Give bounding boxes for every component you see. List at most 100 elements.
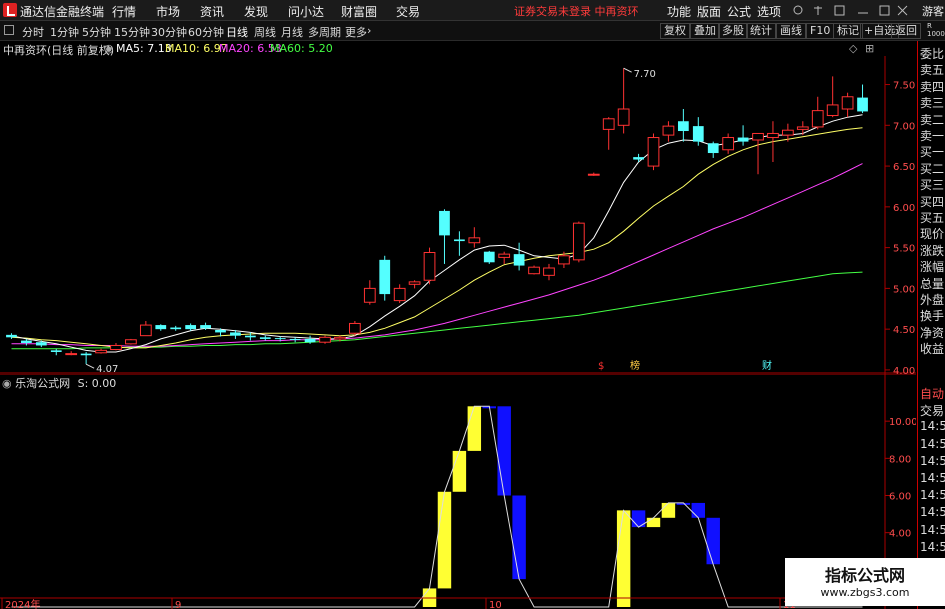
candle	[677, 109, 689, 142]
side-item[interactable]: 外盘	[920, 291, 945, 308]
side-item[interactable]: 卖一	[920, 127, 945, 144]
quote-side-panel: 委比 卖五 卖四 卖三 卖二 卖一 买一 买二 买三 买四 买五 现价 涨跌 涨幅 总量 外盘 换手 净资 收益自动…	[917, 41, 945, 609]
side-item[interactable]: 买二	[920, 160, 945, 177]
candle	[363, 280, 376, 305]
candle	[528, 265, 540, 275]
side-item[interactable]: 收益	[920, 340, 945, 357]
btn-back[interactable]: 返回	[891, 23, 921, 39]
period-daily[interactable]: 日线	[226, 24, 248, 40]
side-item[interactable]: 卖二	[920, 111, 945, 128]
menu-shichang[interactable]: 市场	[156, 3, 180, 20]
layout-toggle-icon[interactable]	[4, 25, 14, 35]
period-fenshi[interactable]: 分时	[22, 24, 44, 40]
period-30min[interactable]: 30分钟	[151, 24, 187, 40]
period-1min[interactable]: 1分钟	[50, 24, 79, 40]
expand-icon[interactable]: ⊞	[865, 42, 874, 55]
period-weekly[interactable]: 周线	[254, 24, 276, 40]
menu-banmian[interactable]: 版面	[697, 3, 721, 20]
login-notice[interactable]: 证券交易未登录 中再资环	[514, 3, 639, 19]
side-item[interactable]: 卖五	[920, 61, 945, 78]
candle-body	[289, 338, 301, 340]
candle-body	[752, 132, 764, 141]
candle	[633, 153, 644, 162]
side-item-trade[interactable]: 交易	[920, 402, 945, 419]
collapse-icon[interactable]: ◉	[104, 42, 114, 55]
side-item[interactable]: 买一	[920, 143, 945, 160]
menu-hangqing[interactable]: 行情	[112, 3, 136, 20]
period-multi[interactable]: 多周期	[308, 24, 341, 40]
side-item-trade[interactable]: 14:56	[920, 540, 945, 554]
side-tag: R 1000	[927, 22, 945, 38]
candle	[468, 227, 481, 248]
period-more[interactable]: 更多	[345, 24, 367, 40]
btn-duogu[interactable]: 多股	[718, 23, 748, 39]
menu-jiaoyi[interactable]: 交易	[396, 3, 420, 20]
btn-huaxian[interactable]: 画线	[776, 23, 806, 39]
candle-body	[572, 222, 585, 261]
side-item-trade[interactable]: 14:56	[920, 505, 945, 519]
indicator-bar	[512, 495, 526, 580]
menu-gongneng[interactable]: 功能	[667, 3, 691, 20]
side-item-trade[interactable]: 14:56	[920, 471, 945, 485]
period-5min[interactable]: 5分钟	[82, 24, 111, 40]
event-marker: $	[598, 361, 604, 372]
side-item[interactable]: 买四	[920, 193, 945, 210]
candle	[349, 321, 361, 336]
side-item[interactable]: 现价	[920, 225, 945, 242]
menu-faxian[interactable]: 发现	[244, 3, 268, 20]
side-item[interactable]: 卖四	[920, 78, 945, 95]
btn-biaoji[interactable]: 标记	[833, 23, 863, 39]
side-item-trade[interactable]: 14:56	[920, 437, 945, 451]
side-item[interactable]: 涨跌	[920, 242, 945, 259]
indicator-tick-label: 6.00	[889, 492, 911, 503]
side-item-trade[interactable]: 自动	[920, 385, 945, 402]
menu-wenxiaoda[interactable]: 问小达	[288, 3, 324, 20]
chevron-right-icon[interactable]: ›	[367, 24, 371, 37]
price-tick-label: 4.50	[893, 325, 915, 336]
candle	[647, 133, 660, 171]
side-item[interactable]: 净资	[920, 324, 945, 341]
candle	[662, 121, 675, 142]
btn-diejia[interactable]: 叠加	[690, 23, 720, 39]
side-item-trade[interactable]: 14:56	[920, 523, 945, 537]
menu-caifuquan[interactable]: 财富圈	[341, 3, 377, 20]
candles	[6, 68, 868, 365]
side-item[interactable]: 换手	[920, 307, 945, 324]
side-item[interactable]: 委比	[920, 45, 945, 62]
date-label: 9	[175, 600, 181, 609]
side-item[interactable]: 卖三	[920, 94, 945, 111]
low-pointer	[85, 363, 95, 369]
guest-label[interactable]: 游客	[922, 3, 944, 19]
menu-zixun[interactable]: 资讯	[200, 3, 224, 20]
period-15min[interactable]: 15分钟	[114, 24, 150, 40]
indicator-tick-label: 4.00	[889, 529, 911, 540]
candle	[722, 133, 735, 154]
candle-body	[363, 287, 376, 303]
candle-body	[6, 334, 17, 338]
btn-tongji[interactable]: 统计	[746, 23, 776, 39]
candle-body	[662, 125, 675, 136]
candlestick-chart[interactable]: 7.50 7.00 6.50 6.00 5.50 5.00 4.50 4.00 7.70 4.0…	[0, 56, 916, 374]
menu-gongshi[interactable]: 公式	[727, 3, 751, 20]
candle-body	[230, 332, 241, 336]
diamond-icon[interactable]: ◇	[849, 42, 857, 55]
side-item-trade[interactable]: 14:56	[920, 454, 945, 468]
candle-body	[304, 338, 316, 343]
side-item[interactable]: 涨幅	[920, 258, 945, 275]
side-item[interactable]: 买五	[920, 209, 945, 226]
side-item[interactable]: 总量	[920, 275, 945, 292]
side-item-trade[interactable]: 14:56	[920, 419, 945, 433]
menu-xuanxiang[interactable]: 选项	[757, 3, 781, 20]
period-60min[interactable]: 60分钟	[188, 24, 224, 40]
btn-fuquan[interactable]: 复权	[660, 23, 690, 39]
indicator-collapse-icon[interactable]: ◉	[2, 377, 12, 390]
candle	[6, 333, 17, 339]
candle-body	[617, 108, 630, 126]
candle-body	[633, 157, 644, 160]
ma5-value: MA5: 7.13	[116, 42, 172, 55]
indicator-chart[interactable]: 10.008.006.004.002.00 2024年91011	[0, 374, 916, 609]
side-item-trade[interactable]: 14:56	[920, 488, 945, 502]
side-item[interactable]: 买三	[920, 176, 945, 193]
btn-f10[interactable]: F10	[806, 23, 835, 39]
period-monthly[interactable]: 月线	[281, 24, 303, 40]
